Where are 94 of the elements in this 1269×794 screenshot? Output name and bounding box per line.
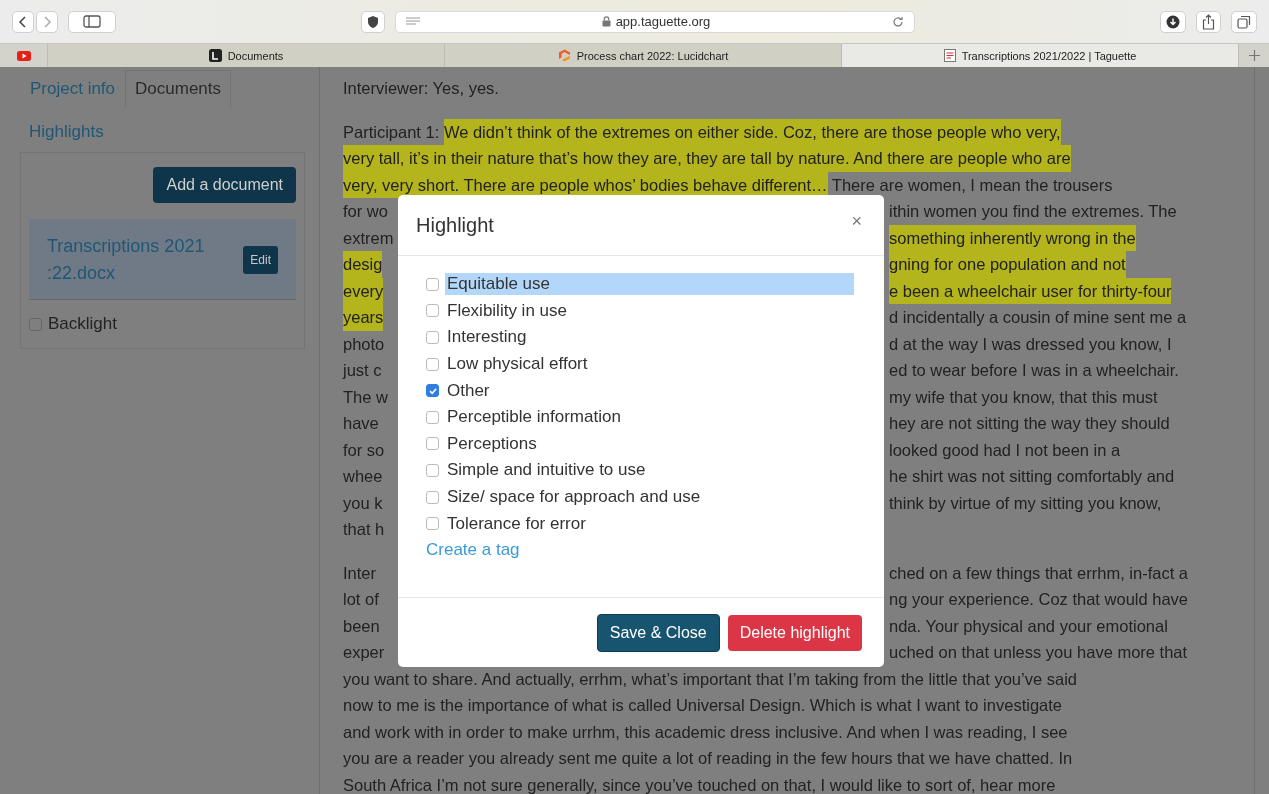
checkbox-label: Backlight [48,314,117,334]
url-text: app.taguette.org [615,14,711,29]
document-text: and work with in order to make urrhm, this academic dress inclusive. And when I was reading, I see [343,721,1068,743]
dialog-title: Highlight [416,213,494,237]
document-text: for wo [343,201,388,222]
app-logo-icon [557,49,571,62]
document-text: d incidentally a cousin of mine sent me a [889,307,1187,328]
document-text: think by virtue of my sitting you know, [889,492,1162,514]
app-logo-icon [208,49,222,62]
highlighted-text: We didn’t think of the extremes on either side. Coz, there are those people who very, [443,118,1061,145]
document-text: my wife that you know, that this must [889,386,1158,408]
checkbox[interactable] [426,437,439,451]
lock-icon [601,16,611,27]
checkbox[interactable] [426,384,439,398]
browser-tab[interactable]: Process chart 2022: Lucidchart [444,44,841,67]
delete-button[interactable]: Delete highlight [727,614,862,651]
tag-label: Size/ space for approach and use [446,486,702,509]
sidebar-tab[interactable]: Documents [125,70,232,108]
checkbox[interactable] [29,317,42,331]
document-text: you want to share. And actually, errhm, what’s important that I’m taking from the little that you’ve said [343,668,1077,690]
checkbox[interactable] [426,490,439,504]
document-text: uched on that unless you have more that [889,642,1188,663]
document-text: lot of [343,589,379,610]
document-text: d at the way I was dressed you know, I [889,333,1172,355]
save-button[interactable]: Save & Close [596,613,720,652]
sidebar-toggle-icon[interactable] [68,10,116,33]
address-bar[interactable]: app.taguette.org [395,10,915,33]
tag-label: Equitable use [445,273,854,296]
highlighted-text: years [343,304,384,331]
document-text: The w [343,386,388,408]
checkbox[interactable] [426,463,439,477]
close-button[interactable]: × [847,210,866,232]
tag-label: Flexibility in use [446,299,568,322]
document-text: exper [343,642,385,663]
document-text: whee [343,466,383,487]
add-document-button[interactable]: Add a document [153,167,296,203]
back-button[interactable] [12,10,34,33]
download-icon[interactable] [1160,10,1186,33]
document-text: Inter [343,562,377,584]
new-tab-icon[interactable] [1248,50,1260,61]
tag-label: Low physical effort [446,353,589,376]
document-text: extrem [343,227,394,249]
reader-icon[interactable] [406,16,420,27]
document-text: that h [343,519,385,540]
document-text: photo [343,333,385,355]
highlighted-text: something inherently wrong in the [889,224,1136,251]
video-play-icon[interactable] [16,50,31,61]
document-icon [943,49,956,62]
checkbox[interactable] [426,410,439,424]
checkbox[interactable] [426,357,439,371]
browser-tab[interactable]: Documents [47,44,444,67]
tag-label: Perceptions [446,432,538,455]
tag-label: Simple and intuitive to use [446,459,647,482]
edit-button[interactable]: Edit [243,246,278,274]
checkbox[interactable] [426,517,439,531]
document-text: looked good had I not been in a [889,439,1121,461]
share-icon[interactable] [1196,10,1221,33]
document-text: ed to wear before I was in a wheelchair. [889,360,1179,381]
document-text: South Africa I’m not sure generally, since you’ve touched on that, I would like to sort of, hear more [343,774,1056,794]
document-text: ched on a few things that errhm, in-fact a [889,562,1188,584]
shield-icon[interactable] [361,10,385,33]
document-text: ithin women you find the extremes. The [889,201,1177,222]
document-text: been [343,615,380,637]
document-text: hey are not sitting the way they should [889,413,1170,434]
tabs-overview-icon[interactable] [1231,10,1257,33]
chevron-left-icon [18,15,28,28]
document-text: have [343,413,379,434]
highlighted-text: desig [343,251,383,278]
tag-label: Interesting [446,326,528,349]
document-text: There are women, I mean the trousers [830,174,1113,196]
highlighted-text: gning for one population and not [889,251,1126,278]
checkbox[interactable] [426,331,439,344]
document-text: you are a reader you already sent me quite a lot of reading in the few hours that we have chatted. In [343,748,1073,769]
document-text: he shirt was not sitting comfortably and [889,466,1175,487]
document-item[interactable]: Transcriptions 2021 :22.docx Edit [29,219,296,300]
document-text: Participant 1: [343,121,441,143]
tag-label: Tolerance for error [446,512,587,535]
highlighted-text: every [343,277,384,304]
document-text: ng your experience. Coz that would have [889,589,1188,610]
document-text: you k [343,492,383,514]
highlighted-text: very tall, it’s in their nature that’s how they are, they are tall by nature. And there are people who are [343,145,1071,172]
chevron-right-icon [42,15,52,28]
browser-tab[interactable]: Transcriptions 2021/2022 | Taguette [841,44,1238,67]
checkbox[interactable] [426,304,439,318]
tag-label: Perceptible information [446,406,622,429]
document-text: for so [343,439,385,461]
reload-icon[interactable] [892,15,904,28]
checkbox[interactable] [426,277,439,291]
document-text: just c [343,360,382,381]
document-text: nda. Your physical and your emotional [889,615,1168,637]
document-text: Interviewer: Yes, yes. [343,78,499,99]
document-text: now to me is the importance of what is called Universal Design. Which is what I want to investigate [343,695,1062,716]
forward-button[interactable] [36,10,58,33]
tag-label: Other [446,379,491,402]
